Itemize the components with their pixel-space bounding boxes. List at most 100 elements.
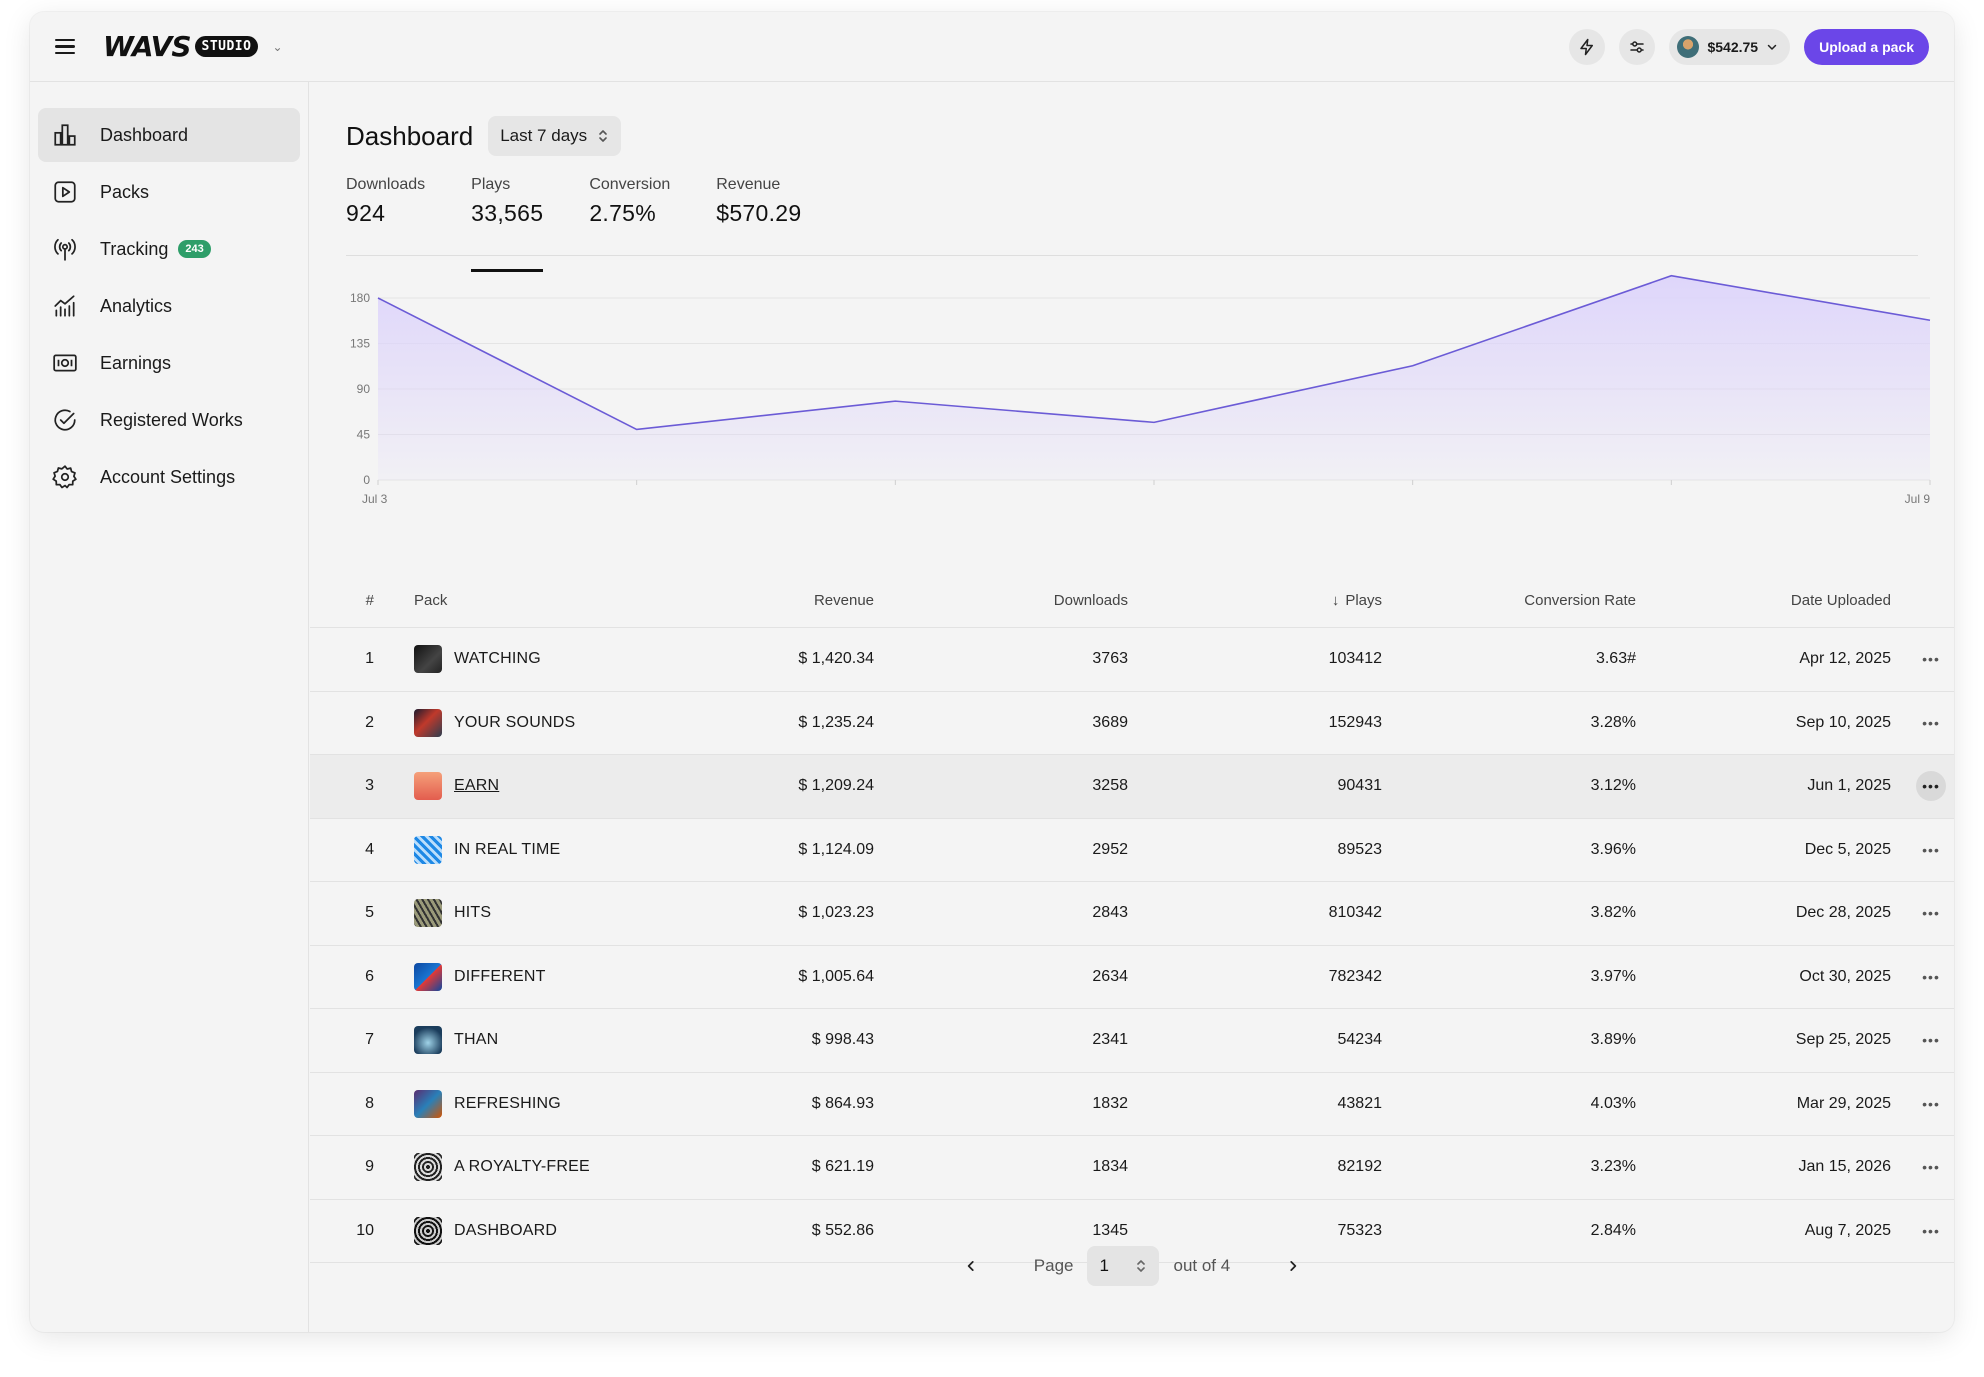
pack-cell[interactable]: WATCHING [414, 645, 674, 674]
more-options-icon[interactable]: ••• [1916, 1152, 1946, 1182]
more-options-icon[interactable]: ••• [1916, 898, 1946, 928]
metric-label: Revenue [716, 176, 781, 193]
metric-tab-conversion[interactable]: Conversion 2.75% [589, 176, 670, 255]
x-tick-label: Jul 9 [1905, 492, 1931, 506]
hamburger-menu-icon[interactable] [55, 34, 81, 60]
table-row[interactable]: 7 THAN $ 998.43 2341 54234 3.89% Sep 25, 2025 •… [310, 1009, 1954, 1073]
more-options-icon[interactable]: ••• [1916, 1089, 1946, 1119]
pack-cell[interactable]: HITS [414, 899, 674, 928]
page-number-select[interactable]: 1 [1087, 1246, 1160, 1286]
next-page-chevron-right-icon[interactable] [1278, 1251, 1308, 1281]
more-options-icon[interactable]: ••• [1916, 644, 1946, 674]
revenue-cell: $ 1,124.09 [798, 840, 874, 858]
pack-name-link[interactable]: IN REAL TIME [454, 841, 560, 859]
row-number: 7 [365, 1031, 374, 1049]
plays-cell: 54234 [1337, 1031, 1383, 1049]
table-row[interactable]: 3 EARN $ 1,209.24 3258 90431 3.12% Jun 1, 2025… [310, 755, 1954, 819]
more-options-icon[interactable]: ••• [1916, 1216, 1946, 1246]
data-point[interactable] [1151, 419, 1157, 425]
data-point[interactable] [1927, 317, 1933, 323]
pack-cell[interactable]: DASHBOARD [414, 1216, 674, 1245]
row-number: 8 [365, 1094, 374, 1112]
col-header-date[interactable]: Date Uploaded [1636, 592, 1891, 609]
pack-cell[interactable]: EARN [414, 772, 674, 801]
metric-label: Downloads [346, 176, 426, 193]
more-options-icon[interactable]: ••• [1916, 1025, 1946, 1055]
conversion-cell: 3.89% [1590, 1031, 1636, 1049]
sidebar-item-earnings[interactable]: Earnings [38, 336, 300, 390]
downloads-cell: 3689 [1092, 713, 1128, 731]
data-point[interactable] [1668, 273, 1674, 279]
pack-name-link[interactable]: DIFFERENT [454, 968, 546, 986]
date-cell: Aug 7, 2025 [1804, 1221, 1891, 1239]
pack-name-link[interactable]: WATCHING [454, 650, 541, 668]
more-options-icon[interactable]: ••• [1916, 962, 1946, 992]
date-cell: Sep 25, 2025 [1795, 1031, 1891, 1049]
sidebar-item-account-settings[interactable]: Account Settings [38, 450, 300, 504]
col-header-plays[interactable]: ↓ Plays [1128, 592, 1382, 609]
pack-name-link[interactable]: A ROYALTY-FREE [454, 1158, 590, 1176]
sidebar-item-label: Account Settings [100, 466, 236, 487]
logo[interactable]: WAVS STUDIO ⌄ [103, 30, 283, 63]
table-row[interactable]: 1 WATCHING $ 1,420.34 3763 103412 3.63# Apr 12… [310, 628, 1954, 692]
pack-cell[interactable]: DIFFERENT [414, 962, 674, 991]
table-row[interactable]: 4 IN REAL TIME $ 1,124.09 2952 89523 3.96% Dec… [310, 819, 1954, 882]
chevron-updown-icon [599, 130, 607, 142]
more-options-icon[interactable]: ••• [1916, 771, 1946, 802]
downloads-cell: 2341 [1092, 1031, 1128, 1049]
pack-name-link[interactable]: DASHBOARD [454, 1222, 557, 1240]
metric-tab-downloads[interactable]: Downloads 924 [346, 176, 425, 255]
sidebar-item-registered-works[interactable]: Registered Works [38, 393, 300, 447]
data-point[interactable] [892, 398, 898, 404]
table-row[interactable]: 6 DIFFERENT $ 1,005.64 2634 782342 3.97% Oct 3… [310, 946, 1954, 1009]
row-number: 2 [365, 713, 374, 731]
data-point[interactable] [1410, 363, 1416, 369]
prev-page-chevron-left-icon[interactable] [956, 1251, 986, 1281]
table-row[interactable]: 2 YOUR SOUNDS $ 1,235.24 3689 152943 3.28% Sep… [310, 692, 1954, 755]
sidebar-item-analytics[interactable]: Analytics [38, 279, 300, 333]
downloads-cell: 2952 [1092, 840, 1128, 858]
more-options-icon[interactable]: ••• [1916, 708, 1946, 738]
pack-name-link[interactable]: YOUR SOUNDS [454, 714, 575, 732]
downloads-cell: 3763 [1092, 650, 1128, 668]
col-header-conversion[interactable]: Conversion Rate [1382, 592, 1636, 609]
revenue-cell: $ 998.43 [811, 1031, 874, 1049]
pack-name-link[interactable]: THAN [454, 1031, 498, 1049]
pack-cell[interactable]: A ROYALTY-FREE [414, 1153, 674, 1182]
table-row[interactable]: 8 REFRESHING $ 864.93 1832 43821 4.03% Mar 29,… [310, 1073, 1954, 1136]
pack-thumbnail [414, 645, 442, 674]
row-number: 3 [365, 777, 374, 795]
metric-tab-plays[interactable]: Plays 33,565 [471, 176, 544, 272]
pack-cell[interactable]: REFRESHING [414, 1089, 674, 1118]
more-options-icon[interactable]: ••• [1916, 835, 1946, 865]
table-row[interactable]: 9 A ROYALTY-FREE $ 621.19 1834 82192 3.23% Jan… [310, 1136, 1954, 1200]
pack-cell[interactable]: THAN [414, 1026, 674, 1055]
pack-cell[interactable]: IN REAL TIME [414, 835, 674, 864]
date-cell: Sep 10, 2025 [1795, 713, 1891, 731]
pack-name-link[interactable]: EARN [454, 777, 499, 795]
chevron-down-icon[interactable]: ⌄ [272, 40, 282, 54]
col-header-downloads[interactable]: Downloads [874, 592, 1128, 609]
page-title: Dashboard [346, 120, 474, 151]
pack-thumbnail [414, 962, 442, 991]
sidebar-item-dashboard[interactable]: Dashboard [38, 108, 300, 162]
date-range-select[interactable]: Last 7 days [488, 116, 622, 156]
metric-label: Conversion [589, 176, 671, 193]
sidebar-item-packs[interactable]: Packs [38, 165, 300, 219]
chevron-updown-icon [1137, 1260, 1146, 1272]
data-point[interactable] [634, 426, 640, 432]
conversion-cell: 3.28% [1590, 713, 1636, 731]
sidebar-item-tracking[interactable]: Tracking 243 [38, 222, 300, 276]
col-header-revenue[interactable]: Revenue [674, 592, 874, 609]
table-row[interactable]: 5 HITS $ 1,023.23 2843 810342 3.82% Dec 28, 20… [310, 882, 1954, 946]
pack-name-link[interactable]: HITS [454, 904, 491, 922]
upload-pack-button[interactable]: Upload a pack [1804, 28, 1929, 65]
metric-tab-revenue[interactable]: Revenue $570.29 [716, 176, 801, 255]
pack-name-link[interactable]: REFRESHING [454, 1095, 561, 1113]
col-header-pack[interactable]: Pack [414, 592, 674, 609]
data-point[interactable] [375, 295, 381, 301]
balance-dropdown[interactable]: $542.75 [1669, 28, 1791, 65]
pack-cell[interactable]: YOUR SOUNDS [414, 708, 674, 737]
lightning-icon[interactable] [1569, 28, 1606, 65]
filter-sliders-icon[interactable] [1619, 28, 1656, 65]
